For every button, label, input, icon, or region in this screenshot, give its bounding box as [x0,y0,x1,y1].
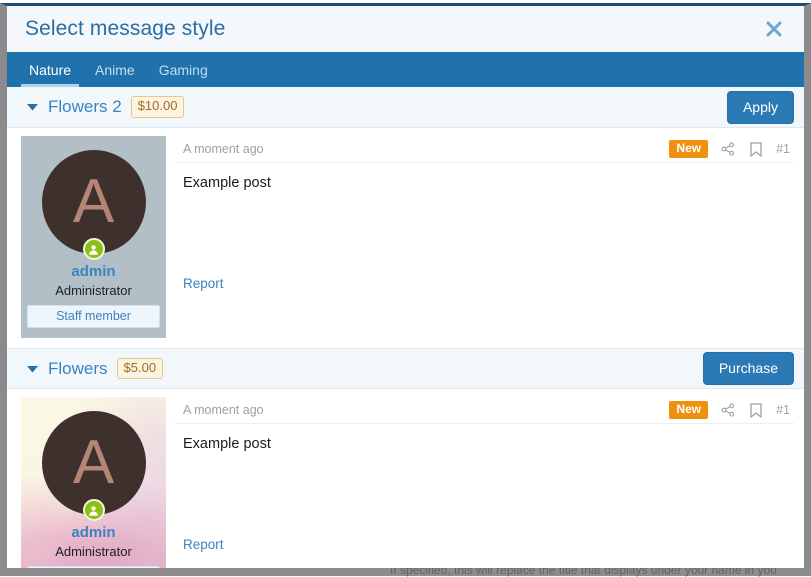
post-username[interactable]: admin [27,524,160,541]
chevron-down-icon[interactable] [25,362,39,376]
post-user-sidebar: A admin Administrator Staff member [21,136,166,338]
report-link[interactable]: Report [183,537,224,552]
post-user-sidebar: A admin Administrator Staff member [21,397,166,568]
post-footer: Report [175,275,794,299]
post-content: A moment ago New [175,397,794,568]
post-user-title: Administrator [27,544,160,559]
post-body: Example post [175,424,794,536]
chevron-down-icon[interactable] [25,100,39,114]
share-icon[interactable] [720,141,736,157]
dialog-titlebar: Select message style [7,6,804,52]
avatar-wrapper: A [42,411,146,515]
post-user-title: Administrator [27,283,160,298]
style-preview-post: A admin Administrator Staff member [7,389,804,568]
tab-gaming-label: Gaming [159,62,208,78]
style-group-price: $5.00 [117,358,164,380]
purchase-button[interactable]: Purchase [703,352,794,385]
new-badge: New [669,401,708,419]
avatar-wrapper: A [42,150,146,254]
tab-gaming[interactable]: Gaming [147,52,220,87]
post-meta-bar: A moment ago New [175,136,794,163]
post-date[interactable]: A moment ago [183,142,264,156]
post-username[interactable]: admin [27,263,160,280]
tab-anime-label: Anime [95,62,135,78]
apply-button[interactable]: Apply [727,91,794,124]
user-online-icon [83,499,105,521]
style-group-price: $10.00 [131,96,185,118]
post-meta-actions: New [669,140,790,158]
post-number[interactable]: #1 [776,142,790,156]
close-icon[interactable] [761,16,787,42]
staff-member-banner: Staff member [27,305,160,328]
style-preview-post: A admin Administrator Staff member [7,128,804,348]
style-category-tabs: Nature Anime Gaming [7,52,804,87]
style-group-name[interactable]: Flowers 2 [48,97,122,117]
tab-nature-label: Nature [29,62,71,78]
style-group-flowers: Flowers $5.00 Purchase A [7,348,804,568]
staff-member-banner: Staff member [27,566,160,568]
user-online-icon [83,238,105,260]
post-body: Example post [175,163,794,275]
post-meta-actions: New [669,401,790,419]
style-group-flowers-2: Flowers 2 $10.00 Apply A [7,87,804,348]
bookmark-icon[interactable] [748,141,764,157]
tab-nature[interactable]: Nature [17,52,83,87]
select-message-style-dialog: Select message style Nature Anime Gaming [0,3,811,568]
post-date[interactable]: A moment ago [183,403,264,417]
tab-anime[interactable]: Anime [83,52,147,87]
post-meta-bar: A moment ago New [175,397,794,424]
style-group-name[interactable]: Flowers [48,359,108,379]
style-group-header: Flowers $5.00 Purchase [7,348,804,389]
new-badge: New [669,140,708,158]
post-number[interactable]: #1 [776,403,790,417]
dialog-body[interactable]: Flowers 2 $10.00 Apply A [7,87,804,568]
post-content: A moment ago New [175,136,794,338]
post-footer: Report [175,536,794,560]
bookmark-icon[interactable] [748,402,764,418]
style-group-header: Flowers 2 $10.00 Apply [7,87,804,128]
share-icon[interactable] [720,402,736,418]
report-link[interactable]: Report [183,276,224,291]
dialog-title: Select message style [25,17,225,41]
